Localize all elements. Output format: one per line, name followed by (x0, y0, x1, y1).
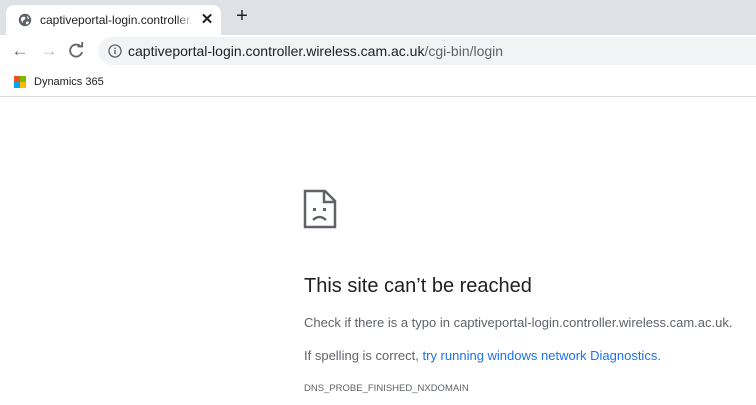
tab-strip: captiveportal-login.controller.wireless.… (0, 0, 756, 35)
error-diagnostics-hint: If spelling is correct, try running wind… (304, 348, 661, 364)
bookmark-dynamics-365[interactable]: Dynamics 365 (14, 74, 104, 90)
url-host: captiveportal-login.controller.wireless.… (128, 43, 425, 59)
microsoft-logo-icon (14, 76, 26, 88)
globe-icon (18, 13, 32, 27)
address-bar[interactable]: captiveportal-login.controller.wireless.… (98, 37, 756, 65)
back-button[interactable]: ← (10, 41, 30, 61)
toolbar: ← → captiveportal-login.controller.wirel… (0, 35, 756, 69)
error-typo-hint: Check if there is a typo in captiveporta… (304, 315, 733, 330)
diagnostics-suffix: . (657, 348, 661, 363)
diagnostics-prefix: If spelling is correct, (304, 348, 423, 363)
diagnostics-link[interactable]: try running windows network Diagnostics (423, 348, 658, 363)
new-tab-button[interactable]: + (232, 6, 252, 26)
url-text[interactable]: captiveportal-login.controller.wireless.… (128, 43, 503, 59)
close-tab-icon[interactable]: ✕ (199, 12, 215, 28)
tab-title-fade (176, 11, 194, 29)
error-title: This site can’t be reached (304, 275, 532, 297)
tab-title: captiveportal-login.controller.wireless.… (40, 13, 192, 27)
reload-icon[interactable] (66, 41, 86, 61)
url-path: /cgi-bin/login (424, 43, 504, 59)
bookmarks-bar: Dynamics 365 (0, 69, 756, 97)
error-code: DNS_PROBE_FINISHED_NXDOMAIN (304, 383, 469, 394)
sad-page-icon (303, 189, 337, 229)
forward-button[interactable]: → (39, 41, 59, 61)
bookmark-label: Dynamics 365 (34, 76, 104, 88)
info-icon[interactable] (108, 44, 122, 58)
browser-tab[interactable]: captiveportal-login.controller.wireless.… (6, 5, 221, 35)
